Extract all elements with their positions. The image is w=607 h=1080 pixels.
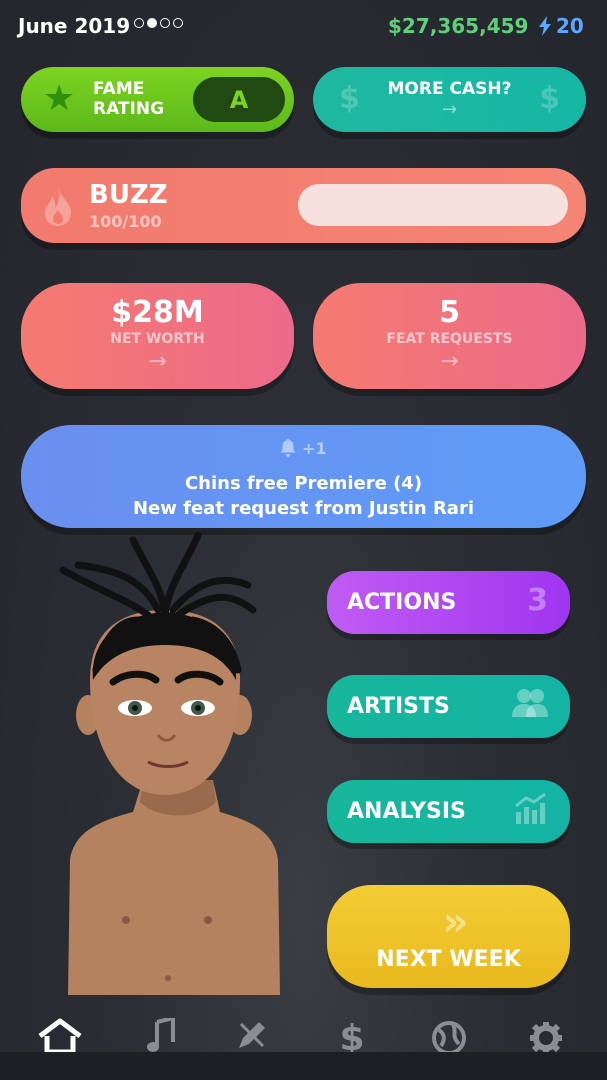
fame-rating-button[interactable]: ★ FAME RATING A (21, 67, 294, 132)
next-week-button[interactable]: » NEXT WEEK (327, 885, 570, 988)
energy-counter: 20 (538, 14, 584, 38)
fame-label-line1: FAME (93, 79, 145, 99)
page-dot (173, 18, 183, 28)
bottom-nav-bar (0, 1052, 607, 1080)
artists-button[interactable]: ARTISTS (327, 675, 570, 738)
bottom-nav: $ (0, 1018, 607, 1080)
buzz-progress-bar (298, 184, 568, 226)
page-dot (134, 18, 144, 28)
gear-icon[interactable] (522, 1018, 570, 1054)
bell-icon (280, 439, 296, 457)
home-icon[interactable] (36, 1018, 84, 1054)
actions-button[interactable]: ACTIONS 3 (327, 571, 570, 634)
arrow-right-icon: → (148, 349, 167, 374)
feat-requests-label: FEAT REQUESTS (386, 331, 513, 347)
people-icon (512, 687, 548, 725)
artists-label: ARTISTS (347, 694, 450, 719)
svg-text:$: $ (339, 1018, 364, 1052)
analysis-label: ANALYSIS (347, 799, 466, 824)
buzz-title: BUZZ (89, 180, 168, 210)
globe-icon[interactable] (425, 1018, 473, 1054)
artist-avatar[interactable] (48, 530, 298, 995)
buzz-value: 100/100 (89, 212, 162, 231)
star-icon: ★ (43, 78, 76, 119)
actions-count: 3 (527, 583, 548, 618)
energy-value: 20 (556, 14, 584, 38)
dollar-icon[interactable]: $ (328, 1018, 376, 1054)
notification-line-2: New feat request from Justin Rari (132, 498, 475, 519)
notification-line-1: Chins free Premiere (4) (184, 473, 423, 494)
actions-label: ACTIONS (347, 590, 457, 615)
feat-requests-button[interactable]: 5 FEAT REQUESTS → (313, 283, 586, 389)
page-indicator (134, 18, 183, 28)
more-cash-button[interactable]: $ MORE CASH? → $ (313, 67, 586, 132)
net-worth-label: NET WORTH (110, 331, 205, 347)
buzz-progress-fill (298, 184, 568, 226)
page-dot-active (147, 18, 157, 28)
buzz-panel: BUZZ 100/100 (21, 168, 586, 243)
fame-label-line2: RATING (93, 99, 165, 119)
date-label: June 2019 (18, 14, 131, 38)
notification-count: +1 (302, 439, 327, 458)
fame-grade: A (193, 77, 285, 122)
chart-icon (514, 792, 548, 834)
next-week-label: NEXT WEEK (376, 947, 521, 972)
net-worth-button[interactable]: $28M NET WORTH → (21, 283, 294, 389)
lightning-icon (539, 16, 551, 36)
notification-banner[interactable]: +1 Chins free Premiere (4) New feat requ… (21, 425, 586, 528)
notification-count-row: +1 (21, 439, 586, 458)
music-note-icon[interactable] (138, 1018, 186, 1054)
page-dot (160, 18, 170, 28)
feat-requests-value: 5 (439, 295, 460, 330)
double-chevron-icon: » (442, 899, 469, 945)
analysis-button[interactable]: ANALYSIS (327, 780, 570, 843)
net-worth-value: $28M (111, 295, 204, 330)
cash-balance: $27,365,459 (388, 14, 529, 38)
fame-rating-label: FAME RATING (93, 79, 164, 119)
dollar-icon: $ (539, 81, 560, 116)
flame-icon (43, 188, 73, 235)
pencil-icon[interactable] (228, 1018, 276, 1054)
arrow-right-icon: → (440, 349, 459, 374)
